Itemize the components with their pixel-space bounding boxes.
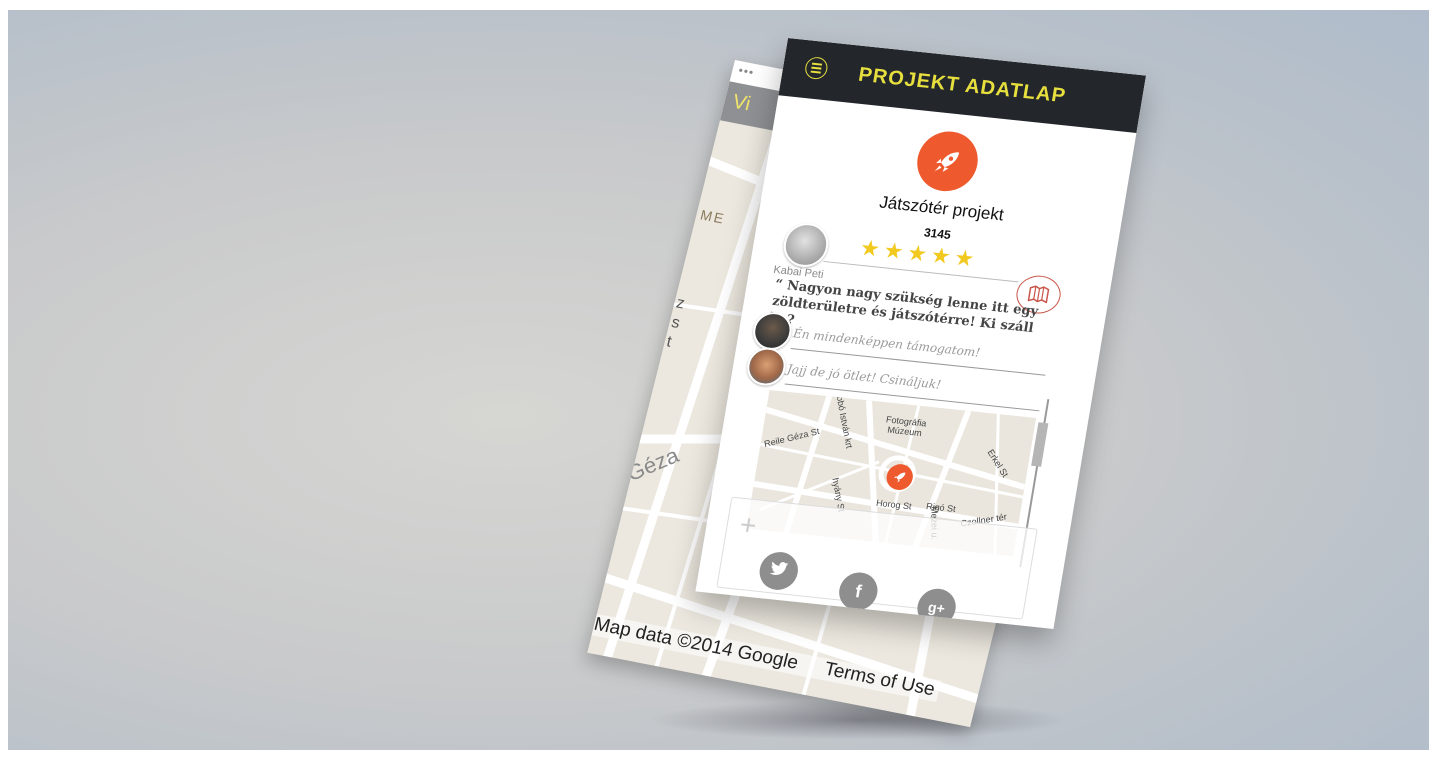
- commenter-avatar[interactable]: [744, 345, 789, 388]
- shadow: [648, 700, 1068, 740]
- twitter-icon: [768, 560, 789, 583]
- facebook-icon: f: [853, 580, 864, 602]
- status-dots: •••: [737, 63, 756, 80]
- back-screen-title: Vi: [730, 90, 753, 116]
- map-label-museum: Fotográfia Múzeum: [885, 414, 928, 439]
- rocket-icon: [912, 128, 983, 195]
- comment-text: Jajj de jó ötlet! Csináljuk!: [786, 361, 943, 392]
- googleplus-icon: g+: [926, 598, 947, 617]
- map-icon: [1027, 285, 1050, 304]
- plus-icon[interactable]: +: [737, 509, 758, 542]
